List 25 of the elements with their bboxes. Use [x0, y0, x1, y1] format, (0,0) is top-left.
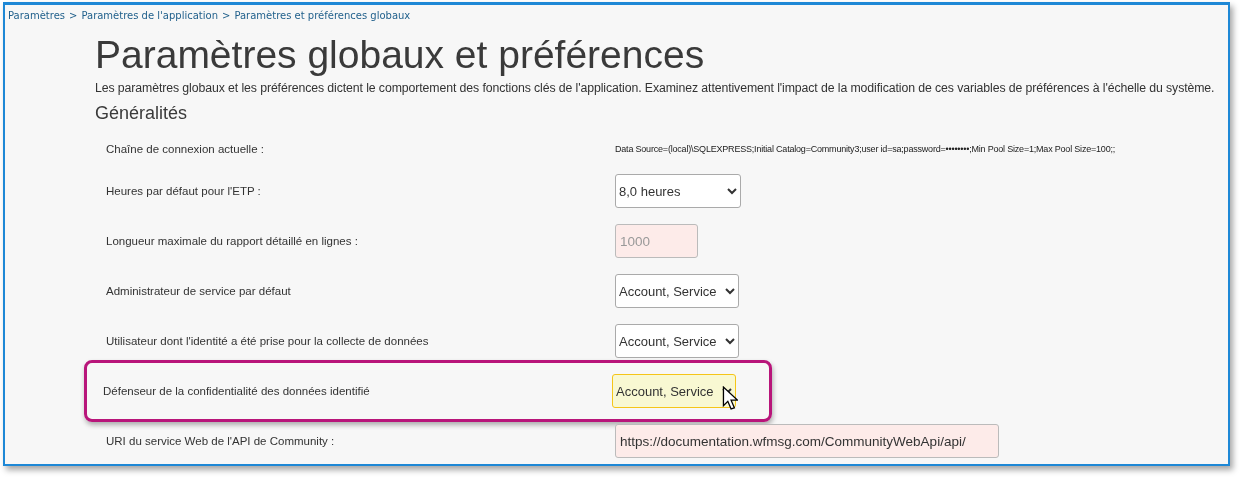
dropdown[interactable]: Account, Service [612, 374, 736, 408]
setting-label: Utilisateur dont l'identité a été prise pour la collecte de données [106, 335, 430, 347]
connection-string: Data Source=(local)\SQLEXPRESS;Initial Catalog=Community3;user id=sa;password=••••••••;Min Pool Size=1;Max Pool Size=100;; [615, 144, 1116, 154]
setting-label: Chaîne de connexion actuelle : [106, 143, 265, 155]
mouse-pointer-icon [722, 386, 738, 410]
breadcrumb-link[interactable]: Paramètres [8, 10, 66, 21]
dropdown[interactable]: 8,0 heures [615, 174, 741, 208]
chevron-down-icon [727, 187, 737, 195]
dropdown[interactable]: Account, Service [615, 274, 739, 308]
setting-label: Longueur maximale du rapport détaillé en lignes : [106, 235, 359, 247]
chevron-down-icon [725, 337, 735, 345]
setting-label: Administrateur de service par défaut [106, 285, 292, 297]
breadcrumb-link[interactable]: Paramètres de l'application [81, 10, 218, 21]
page-title: Paramètres globaux et préférences [95, 33, 706, 77]
breadcrumb-separator: > [69, 10, 78, 21]
chevron-down-icon [725, 287, 735, 295]
setting-label: Défenseur de la confidentialité des données identifié [103, 385, 371, 397]
page-description: Les paramètres globaux et les préférences dictent le comportement des fonctions clés de l'application. Examinez attentivement l'impact de la modification de ces variables de préférences à l'échelle du système. [95, 81, 1216, 95]
breadcrumb-link[interactable]: Paramètres et préférences globaux [234, 10, 411, 21]
input-field[interactable]: https://documentation.wfmsg.com/CommunityWebApi/api/ [615, 424, 999, 458]
breadcrumb-separator: > [222, 10, 231, 21]
setting-label: URI du service Web de l'API de Community : [106, 435, 336, 447]
section-heading: Généralités [95, 103, 189, 124]
dropdown[interactable]: Account, Service [615, 324, 739, 358]
setting-label: Heures par défaut pour l'ETP : [106, 185, 262, 197]
